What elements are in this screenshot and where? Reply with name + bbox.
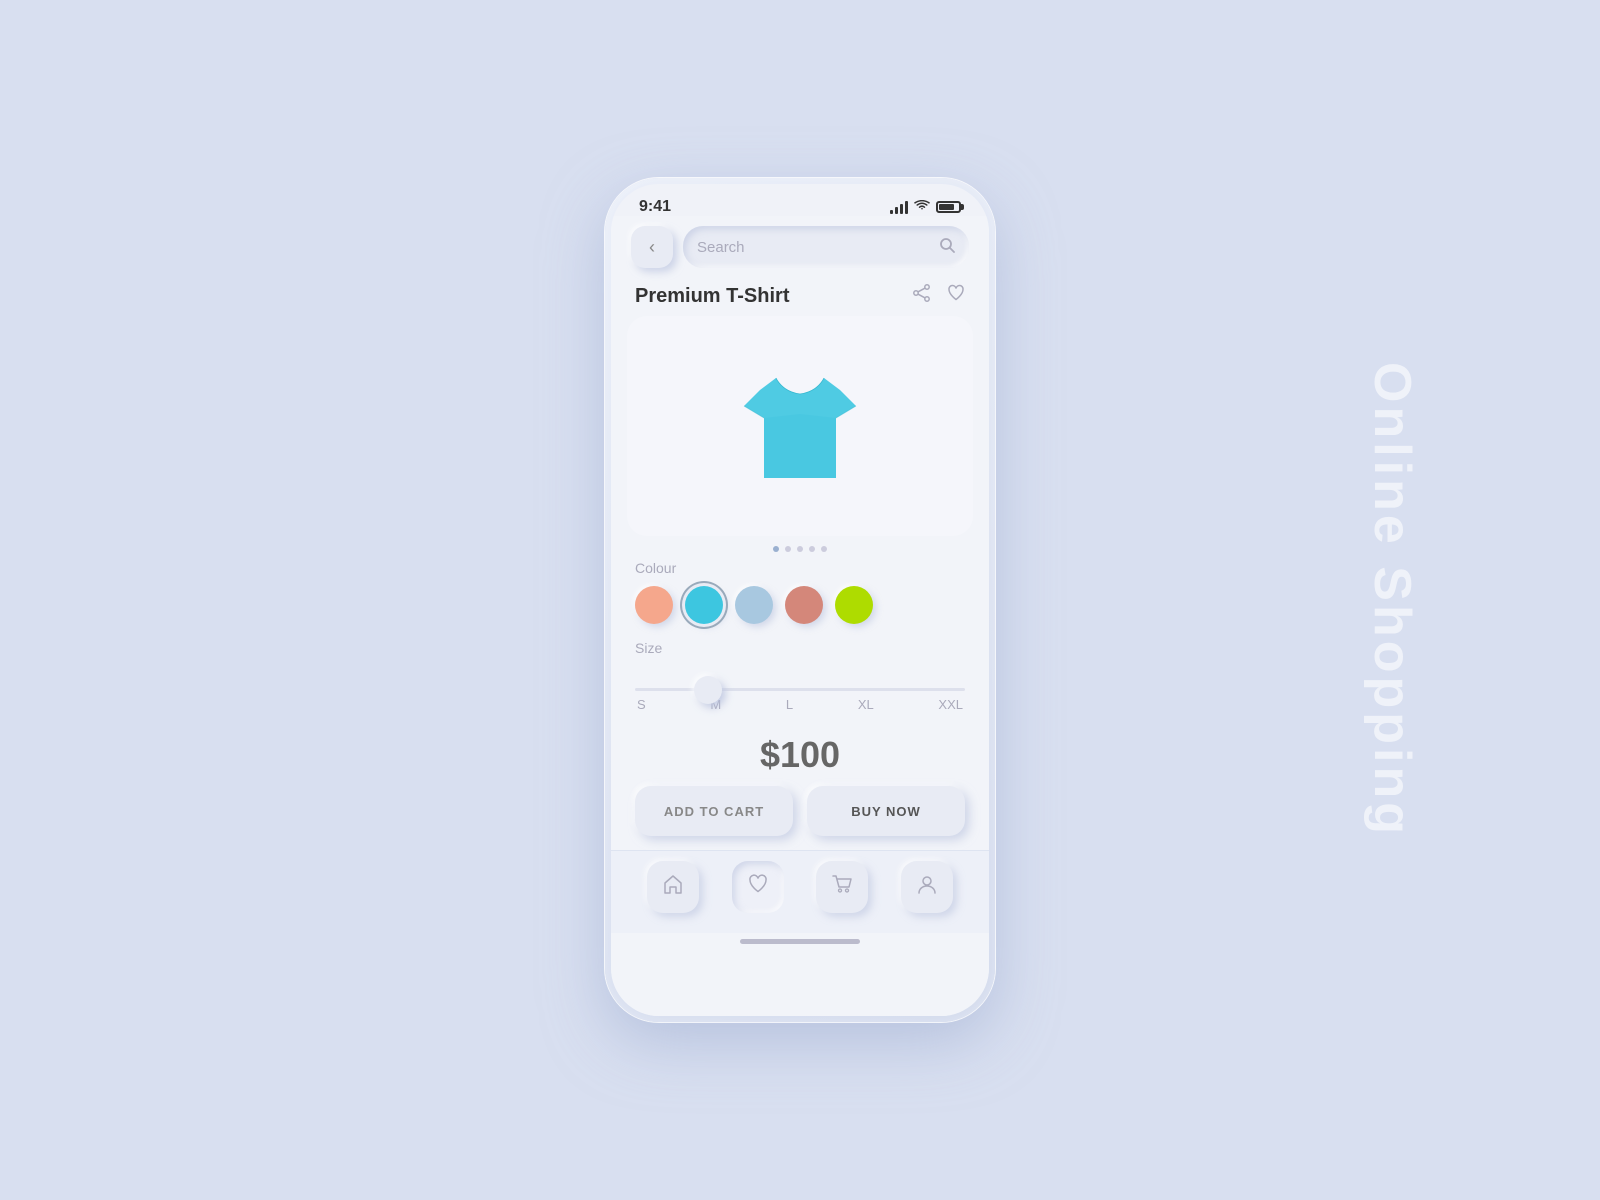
search-icon	[939, 237, 955, 258]
bottom-navigation	[611, 850, 989, 933]
battery-icon	[936, 201, 961, 213]
status-icons	[890, 200, 961, 215]
favorite-icon[interactable]	[947, 284, 965, 308]
size-label: Size	[635, 640, 965, 656]
back-arrow-icon: ‹	[649, 237, 655, 258]
nav-profile[interactable]	[901, 861, 953, 913]
product-image-area	[627, 316, 973, 536]
add-to-cart-button[interactable]: ADD TO CART	[635, 786, 793, 836]
search-container: ‹ Search	[611, 226, 989, 280]
price-section: $100	[611, 728, 989, 786]
watermark-text: Online Shopping	[1362, 362, 1422, 838]
price-display: $100	[760, 734, 840, 775]
dot-4	[809, 546, 815, 552]
size-labels: S M L XL XXL	[635, 697, 965, 712]
buy-now-button[interactable]: BUY NOW	[807, 786, 965, 836]
action-buttons: ADD TO CART BUY NOW	[611, 786, 989, 850]
dot-2	[785, 546, 791, 552]
person-icon	[916, 873, 938, 901]
product-header: Premium T-Shirt	[611, 280, 989, 316]
home-icon	[662, 873, 684, 901]
size-l: L	[786, 697, 793, 712]
status-bar: 9:41	[611, 184, 989, 216]
size-slider[interactable]: S M L XL XXL	[635, 666, 965, 720]
color-light-blue[interactable]	[735, 586, 773, 624]
dot-3	[797, 546, 803, 552]
search-placeholder: Search	[697, 239, 931, 256]
color-peach[interactable]	[635, 586, 673, 624]
search-bar[interactable]: Search	[683, 226, 969, 268]
heart-icon	[747, 873, 769, 901]
back-button[interactable]: ‹	[631, 226, 673, 268]
header-actions	[913, 284, 965, 308]
color-options-section: Colour	[611, 560, 989, 640]
color-rose[interactable]	[785, 586, 823, 624]
nav-favorites[interactable]	[732, 861, 784, 913]
dot-5	[821, 546, 827, 552]
home-indicator	[740, 939, 860, 944]
share-icon[interactable]	[913, 284, 931, 308]
product-title: Premium T-Shirt	[635, 285, 789, 308]
product-image	[720, 346, 880, 506]
status-time: 9:41	[639, 198, 671, 216]
phone-screen: 9:41	[611, 184, 989, 1016]
size-xxl: XXL	[938, 697, 963, 712]
phone-frame: 9:41	[605, 178, 995, 1022]
size-track	[635, 688, 965, 691]
cart-icon	[831, 873, 853, 901]
color-lime[interactable]	[835, 586, 873, 624]
signal-icon	[890, 201, 908, 214]
pagination-dots	[611, 536, 989, 560]
size-thumb[interactable]	[694, 676, 722, 704]
nav-cart[interactable]	[816, 861, 868, 913]
size-xl: XL	[858, 697, 874, 712]
nav-home[interactable]	[647, 861, 699, 913]
color-options	[635, 586, 965, 624]
dot-1	[773, 546, 779, 552]
size-section: Size S M L XL XXL	[611, 640, 989, 720]
colour-label: Colour	[635, 560, 965, 576]
main-content: ‹ Search Premium T-Shirt	[611, 216, 989, 1016]
color-cyan[interactable]	[685, 586, 723, 624]
size-s: S	[637, 697, 646, 712]
wifi-icon	[914, 200, 930, 215]
